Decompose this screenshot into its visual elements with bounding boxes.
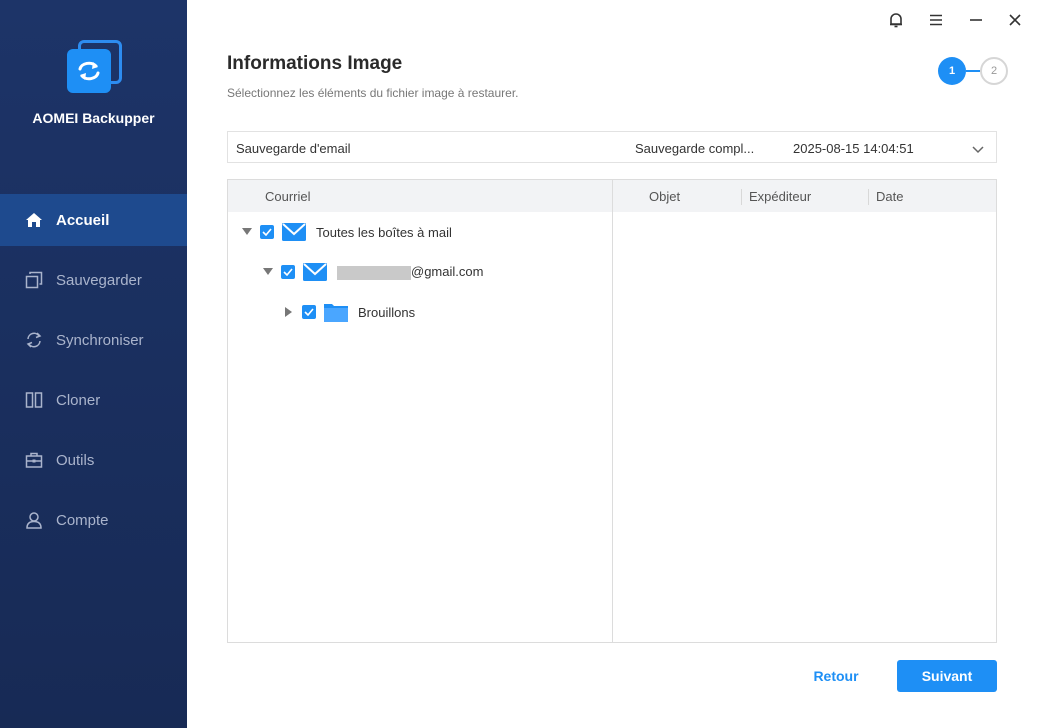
app-logo-icon — [64, 36, 124, 96]
step-indicator: 1 2 — [938, 57, 1008, 85]
sidebar-item-synchroniser[interactable]: Synchroniser — [0, 314, 187, 366]
page-subtitle: Sélectionnez les éléments du fichier ima… — [227, 86, 519, 100]
image-select-dropdown[interactable]: Sauvegarde d'email Sauvegarde compl... 2… — [227, 131, 997, 163]
menu-icon[interactable] — [924, 8, 948, 32]
back-button[interactable]: Retour — [796, 660, 876, 692]
tree-header: Courriel — [228, 180, 612, 212]
column-header-objet[interactable]: Objet — [649, 189, 680, 204]
sidebar-item-accueil[interactable]: Accueil — [0, 194, 187, 246]
messages-header: Objet Expéditeur Date — [613, 180, 996, 212]
app-logo-area: AOMEI Backupper — [0, 36, 187, 126]
checkbox-checked[interactable] — [302, 305, 316, 319]
sync-icon — [24, 330, 44, 350]
checkbox-checked[interactable] — [260, 225, 274, 239]
sidebar-nav: Accueil Sauvegarder Synchroniser Cloner … — [0, 194, 187, 554]
sidebar-item-label: Cloner — [56, 391, 101, 409]
sidebar: AOMEI Backupper Accueil Sauvegarder Sync… — [0, 0, 187, 728]
column-divider[interactable] — [741, 189, 742, 205]
column-header-expediteur[interactable]: Expéditeur — [749, 189, 811, 204]
sidebar-item-label: Compte — [56, 511, 109, 529]
sidebar-item-label: Outils — [56, 451, 95, 469]
sidebar-item-compte[interactable]: Compte — [0, 494, 187, 546]
mail-icon — [282, 223, 306, 241]
checkbox-checked[interactable] — [281, 265, 295, 279]
step-connector — [966, 70, 980, 72]
step-2-badge: 2 — [980, 57, 1008, 85]
user-icon — [24, 510, 44, 530]
tree-item-label: Brouillons — [358, 304, 416, 320]
app-name: AOMEI Backupper — [32, 110, 155, 126]
messages-list-pane: Objet Expéditeur Date — [613, 180, 996, 642]
mailbox-tree-pane: Courriel Toutes les boîtes à mail @gmail… — [228, 180, 613, 642]
collapse-arrow-icon[interactable] — [282, 307, 296, 317]
tree-header-label: Courriel — [265, 189, 311, 204]
backup-icon — [24, 270, 44, 290]
bell-icon[interactable] — [884, 8, 908, 32]
expand-arrow-icon[interactable] — [261, 268, 275, 276]
tree-item-label: @gmail.com — [337, 264, 483, 280]
tree-item-label: Toutes les boîtes à mail — [316, 224, 452, 240]
column-divider[interactable] — [868, 189, 869, 205]
clone-icon — [24, 390, 44, 410]
sidebar-item-label: Synchroniser — [56, 331, 144, 349]
tree-item-gmail-account[interactable]: @gmail.com — [261, 260, 483, 284]
image-datetime: 2025-08-15 14:04:51 — [793, 141, 914, 156]
next-button[interactable]: Suivant — [897, 660, 997, 692]
sidebar-item-outils[interactable]: Outils — [0, 434, 187, 486]
minimize-icon[interactable] — [964, 8, 988, 32]
image-name: Sauvegarde d'email — [236, 141, 351, 156]
tree-item-all-mailboxes[interactable]: Toutes les boîtes à mail — [240, 220, 452, 244]
step-1-badge: 1 — [938, 57, 966, 85]
email-domain: @gmail.com — [411, 264, 484, 280]
restore-content-panel: Courriel Toutes les boîtes à mail @gmail… — [227, 179, 997, 643]
redacted-email-prefix — [337, 265, 411, 280]
column-header-date[interactable]: Date — [876, 189, 903, 204]
chevron-down-icon — [972, 142, 984, 157]
image-type: Sauvegarde compl... — [635, 141, 755, 156]
sidebar-item-label: Accueil — [56, 211, 110, 229]
sidebar-item-label: Sauvegarder — [56, 271, 142, 289]
tree-item-brouillons[interactable]: Brouillons — [282, 300, 415, 324]
home-icon — [24, 210, 44, 230]
folder-icon — [324, 302, 348, 322]
mail-icon — [303, 263, 327, 281]
sidebar-item-cloner[interactable]: Cloner — [0, 374, 187, 426]
toolbox-icon — [24, 450, 44, 470]
close-icon[interactable] — [1003, 8, 1027, 32]
expand-arrow-icon[interactable] — [240, 228, 254, 236]
sidebar-item-sauvegarder[interactable]: Sauvegarder — [0, 254, 187, 306]
page-title: Informations Image — [227, 53, 403, 74]
